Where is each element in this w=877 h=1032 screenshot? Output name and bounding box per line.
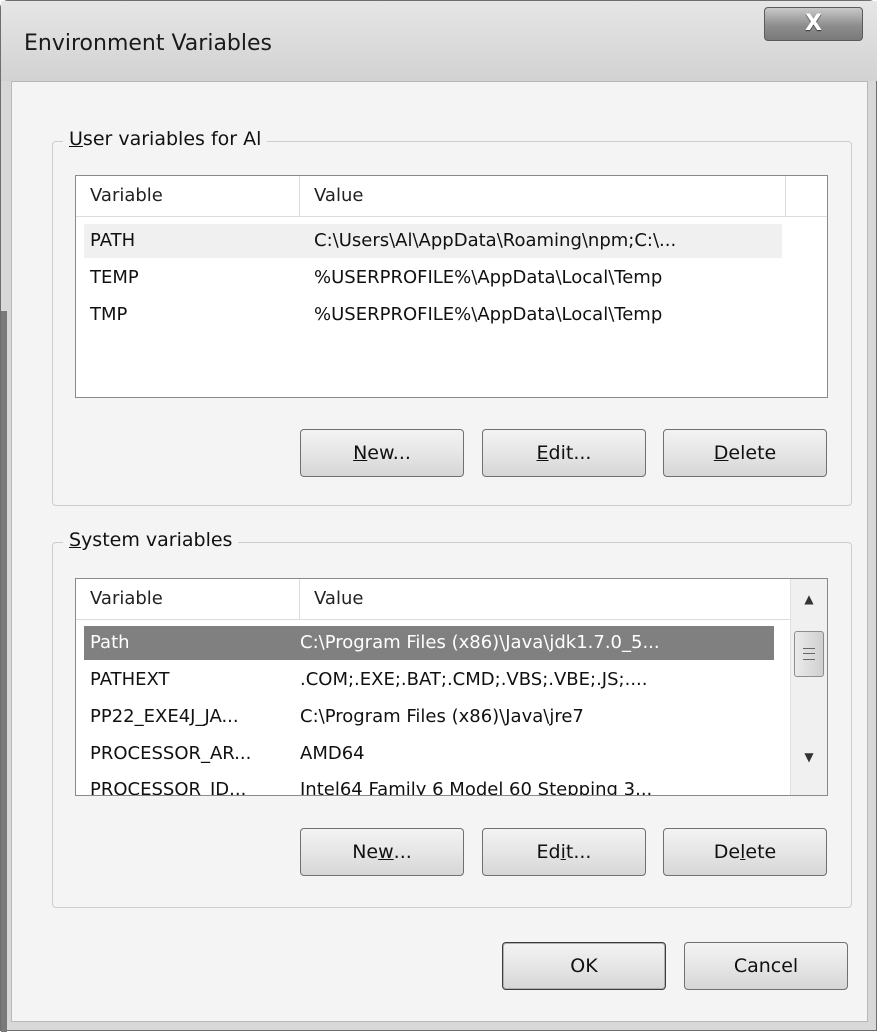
user-variables-heading: User variables for Al — [63, 128, 268, 150]
system-variables-list[interactable]: Variable Value Path C:\Program Files (x8… — [75, 578, 828, 796]
user-variables-group: User variables for Al Variable Value PAT… — [52, 128, 852, 506]
table-row[interactable]: PP22_EXE4J_JA... C:\Program Files (x86)\… — [84, 700, 774, 734]
table-row[interactable]: TEMP %USERPROFILE%\AppData\Local\Temp — [84, 261, 782, 295]
column-header-value[interactable]: Value — [300, 176, 786, 216]
scroll-thumb[interactable] — [794, 631, 824, 677]
user-edit-button[interactable]: Edit... — [482, 429, 646, 477]
scroll-down-arrow-icon[interactable]: ▼ — [791, 739, 827, 775]
close-icon: X — [805, 11, 822, 36]
user-delete-button[interactable]: Delete — [663, 429, 827, 477]
system-new-button[interactable]: Ne w... — [300, 828, 464, 876]
list-header: Variable Value — [76, 579, 791, 620]
system-variables-group: System variables Variable Value Path C:\… — [52, 529, 852, 908]
scroll-up-arrow-icon[interactable]: ▲ — [791, 581, 827, 617]
user-new-button[interactable]: New... — [300, 429, 464, 477]
table-row-selected[interactable]: Path C:\Program Files (x86)\Java\jdk1.7.… — [84, 626, 774, 660]
system-edit-button[interactable]: Ed i t... — [482, 828, 646, 876]
window-edge — [1, 311, 7, 1032]
vertical-scrollbar[interactable]: ▲ ▼ — [790, 579, 827, 795]
table-row[interactable]: PATHEXT .COM;.EXE;.BAT;.CMD;.VBS;.VBE;.J… — [84, 663, 774, 697]
table-row[interactable]: PROCESSOR_AR... AMD64 — [84, 737, 774, 771]
title-bar[interactable]: Environment Variables X — [1, 1, 877, 81]
system-variables-heading: System variables — [63, 529, 239, 551]
list-header: Variable Value — [76, 176, 827, 217]
column-header-value[interactable]: Value — [300, 579, 786, 619]
ok-button[interactable]: OK — [502, 942, 666, 990]
dialog-body: User variables for Al Variable Value PAT… — [11, 81, 868, 1022]
cancel-button[interactable]: Cancel — [684, 942, 848, 990]
column-header-variable[interactable]: Variable — [76, 176, 300, 216]
column-header-variable[interactable]: Variable — [76, 579, 300, 619]
close-button[interactable]: X — [764, 7, 863, 41]
window-title: Environment Variables — [24, 31, 273, 56]
table-row[interactable]: PATH C:\Users\Al\AppData\Roaming\npm;C:\… — [84, 224, 782, 258]
user-variables-list[interactable]: Variable Value PATH C:\Users\Al\AppData\… — [75, 175, 828, 398]
scroll-grip-icon — [803, 648, 815, 660]
dialog-window: Environment Variables X User variables f… — [0, 0, 877, 1032]
table-row-partial[interactable]: PROCESSOR_ID... Intel64 Family 6 Model 6… — [84, 773, 774, 795]
system-delete-button[interactable]: De l ete — [663, 828, 827, 876]
table-row[interactable]: TMP %USERPROFILE%\AppData\Local\Temp — [84, 298, 782, 332]
